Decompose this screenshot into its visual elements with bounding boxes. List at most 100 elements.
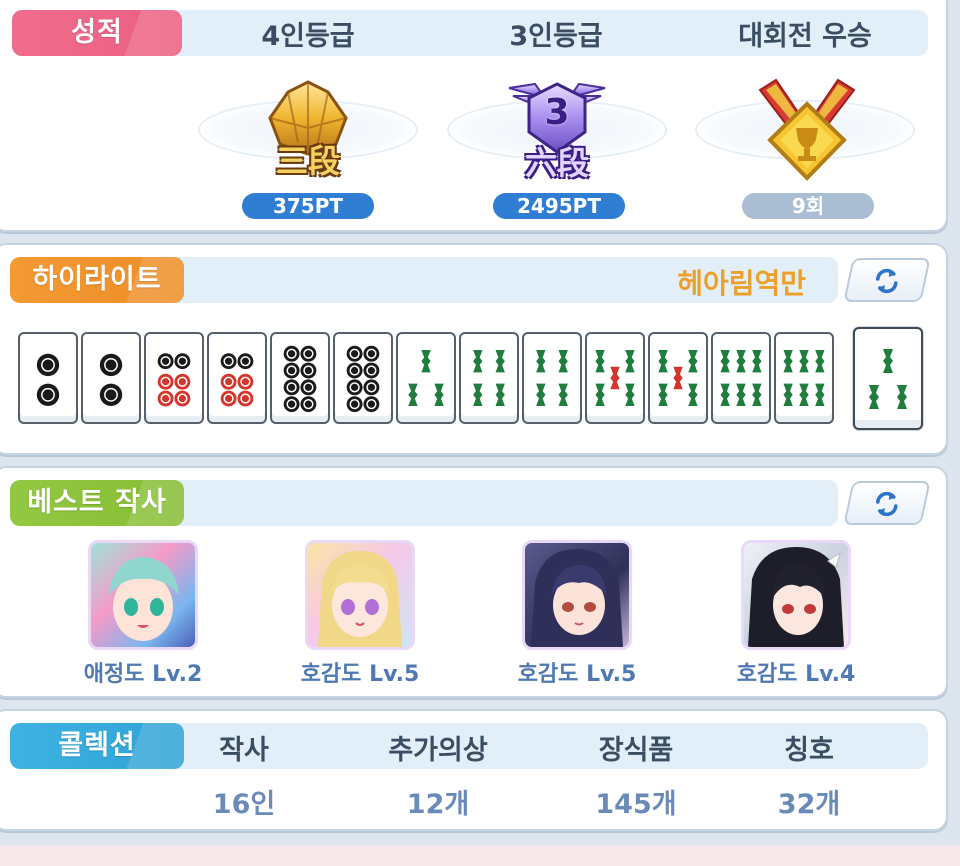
pin-circle	[237, 353, 254, 370]
character-affection-label-3: 호감도 Lv.5	[517, 662, 637, 687]
pin-circle	[220, 390, 237, 407]
grade-3p-badge-text: 六段	[524, 144, 589, 182]
mahjong-tile-pin-2	[18, 332, 78, 424]
sou-stick	[495, 383, 505, 406]
pin-circle	[174, 373, 191, 390]
sou-stick	[658, 350, 668, 373]
sou-stick	[558, 350, 568, 373]
collection-characters-value: 16인	[212, 789, 276, 820]
pin-circle	[36, 383, 60, 406]
sou-stick	[752, 350, 762, 373]
sou-stick	[815, 383, 825, 406]
sou-stick	[658, 383, 668, 406]
mahjong-tile-sou-5	[648, 332, 708, 424]
pin-circle	[220, 373, 237, 390]
sou-stick	[720, 350, 730, 373]
best-section-tag: 베스트 작사	[10, 480, 184, 526]
tournament-title: 대회전 우승	[738, 21, 872, 52]
mahjong-tile-sou-4	[459, 332, 519, 424]
character-portrait-4[interactable]	[741, 540, 851, 650]
pin-circle	[283, 345, 300, 362]
sou-stick	[625, 350, 635, 373]
pin-circle	[99, 383, 123, 406]
grade-3p-points: 2495PT	[493, 193, 625, 219]
mahjong-tile-pin-6	[207, 332, 267, 424]
refresh-icon	[876, 491, 898, 517]
mahjong-tile-sou-4	[522, 332, 582, 424]
mahjong-tile-sou-3	[396, 332, 456, 424]
sou-stick	[736, 383, 746, 406]
pin-circle	[174, 390, 191, 407]
tournament-wins: 9회	[742, 193, 874, 219]
sou-stick	[625, 383, 635, 406]
sou-stick	[799, 383, 809, 406]
yaku-name: 헤아림역만	[677, 267, 806, 300]
pin-circle	[363, 379, 380, 396]
sou-stick	[595, 383, 605, 406]
mahjong-tile-sou-6	[774, 332, 834, 424]
collection-decorations-title: 장식품	[598, 735, 674, 766]
purple-winged-rank-badge-icon: 3 六段	[505, 74, 609, 186]
grade-3p-title: 3인등급	[509, 21, 603, 52]
sou-stick	[610, 366, 620, 390]
sou-stick	[752, 383, 762, 406]
pin-circle	[283, 396, 300, 413]
sou-stick	[536, 350, 546, 373]
sou-stick	[473, 383, 483, 406]
sou-stick	[720, 383, 730, 406]
highlight-refresh-button[interactable]	[843, 258, 931, 302]
character-portrait-1[interactable]	[88, 540, 198, 650]
gold-medal-trophy-icon	[752, 74, 862, 186]
sou-stick	[688, 350, 698, 373]
pin-circle	[363, 362, 380, 379]
mahjong-tile-sou-3	[853, 327, 923, 430]
sou-stick	[869, 385, 879, 409]
pin-circle	[346, 396, 363, 413]
best-refresh-button[interactable]	[843, 481, 931, 525]
best-header-bar	[150, 480, 838, 526]
collection-titles-value: 32개	[777, 789, 841, 820]
grade-4p-badge-text: 三段	[275, 142, 340, 180]
sou-stick	[688, 383, 698, 406]
character-portrait-3[interactable]	[522, 540, 632, 650]
sou-stick	[421, 350, 431, 373]
mahjong-tile-pin-6	[144, 332, 204, 424]
grade-4p-title: 4인등급	[261, 21, 355, 52]
sou-stick	[736, 350, 746, 373]
pin-circle	[363, 396, 380, 413]
collection-outfits-title: 추가의상	[388, 735, 488, 766]
character-portrait-2[interactable]	[305, 540, 415, 650]
pin-circle	[157, 390, 174, 407]
pin-circle	[300, 379, 317, 396]
character-affection-label-4: 호감도 Lv.4	[736, 662, 856, 687]
sou-stick	[783, 383, 793, 406]
gold-rank-badge-icon: 三段	[258, 78, 358, 188]
sou-stick	[783, 350, 793, 373]
sou-stick	[495, 350, 505, 373]
pin-circle	[346, 379, 363, 396]
highlight-section-tag: 하이라이트	[10, 257, 184, 303]
pin-circle	[300, 396, 317, 413]
pin-circle	[174, 353, 191, 370]
pin-circle	[363, 345, 380, 362]
pin-circle	[36, 353, 60, 377]
sou-stick	[536, 383, 546, 406]
pin-circle	[283, 362, 300, 379]
pin-circle	[99, 353, 123, 377]
pin-circle	[157, 353, 174, 370]
pin-circle	[157, 373, 174, 390]
collection-outfits-value: 12개	[406, 789, 470, 820]
pin-circle	[346, 345, 363, 362]
sou-stick	[673, 366, 683, 390]
sou-stick	[799, 350, 809, 373]
collection-titles-title: 칭호	[784, 735, 834, 766]
mahjong-tile-sou-5	[585, 332, 645, 424]
sou-stick	[473, 350, 483, 373]
pin-circle	[283, 379, 300, 396]
grade-4p-points: 375PT	[242, 193, 374, 219]
pin-circle	[220, 353, 237, 370]
character-affection-label-2: 호감도 Lv.5	[300, 662, 420, 687]
grade-3p-badge-number: 3	[544, 92, 570, 133]
sou-stick	[897, 385, 907, 409]
pin-circle	[300, 345, 317, 362]
